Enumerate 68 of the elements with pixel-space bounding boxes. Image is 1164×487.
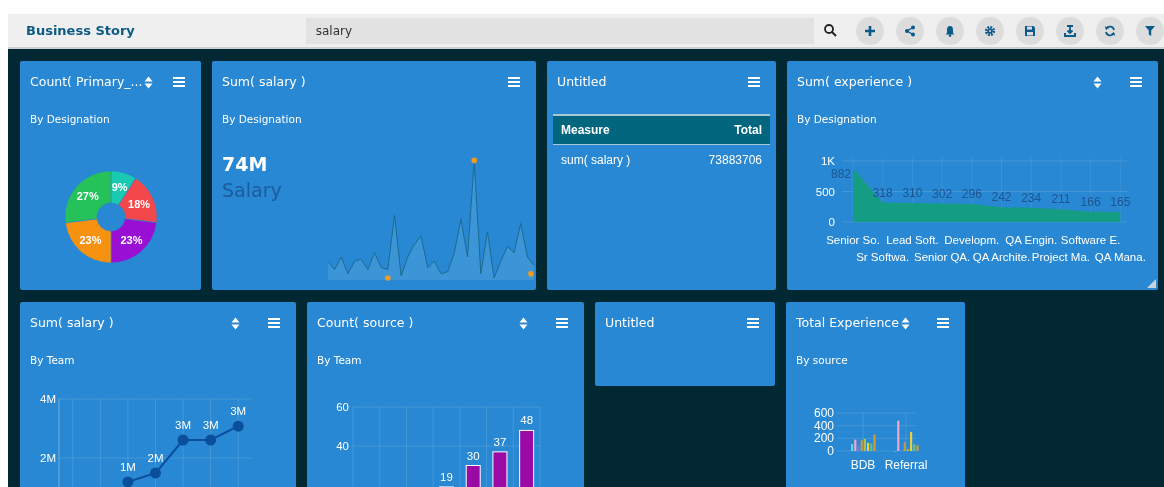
axis-label: 0: [827, 444, 834, 458]
data-label: 30: [466, 449, 480, 462]
card-subtitle: By source: [796, 353, 849, 368]
app-title: Business Story: [25, 21, 136, 40]
card-title: Sum( salary ): [30, 313, 114, 332]
data-label: 3M: [230, 405, 247, 418]
axis-label: QA Mana.: [1094, 251, 1146, 263]
axis-label: 1K: [820, 155, 835, 167]
card-title: Sum( salary ): [222, 72, 306, 91]
data-label: 23%: [79, 234, 101, 247]
data-label: 882: [831, 167, 851, 182]
data-label: 211: [1051, 192, 1071, 207]
card-title: Sum( experience ): [797, 72, 912, 91]
data-label: 296: [961, 186, 982, 201]
data-label: 18%: [127, 197, 150, 210]
column-header: Measure: [561, 122, 610, 139]
kpi-value: 74M: [222, 152, 269, 177]
data-label: 27%: [76, 190, 99, 203]
table-cell-text: sum( salary ): [561, 152, 631, 169]
card-title: Count( Primary_...: [30, 72, 143, 91]
card-subtitle: By Designation: [222, 112, 303, 127]
axis-label: Referral: [884, 458, 928, 472]
axis-label: 400: [813, 418, 834, 433]
axis-label: Developm.: [944, 234, 1000, 246]
card-title: Total Experience: [796, 313, 899, 332]
axis-label: 600: [813, 406, 834, 420]
axis-label: 2M: [40, 452, 56, 464]
table-cell-text: 73883706: [708, 152, 762, 169]
data-label: 1M: [119, 460, 136, 473]
card-subtitle: By Team: [317, 353, 363, 368]
column-header: Total: [734, 122, 762, 139]
search-field[interactable]: salary: [305, 17, 815, 44]
data-label: 165: [1110, 194, 1131, 209]
data-label: 19: [440, 470, 453, 483]
data-label: 2M: [147, 452, 164, 465]
card-title: Untitled: [557, 72, 607, 91]
axis-label: QA Engin.: [1005, 234, 1058, 246]
data-label: 3M: [202, 419, 219, 431]
axis-label: Software E.: [1060, 234, 1121, 246]
card-subtitle: By Designation: [30, 112, 111, 127]
axis-label: Senior QA.: [913, 251, 971, 263]
data-label: 166: [1080, 194, 1101, 209]
axis-label: 500: [815, 185, 835, 198]
card-subtitle: By Team: [30, 353, 76, 368]
data-label: 234: [1021, 190, 1042, 205]
axis-label: BDB: [850, 458, 876, 472]
data-label: 48: [520, 414, 534, 427]
data-label: 310: [902, 186, 923, 201]
card-subtitle: By Designation: [797, 112, 878, 127]
data-label: 302: [932, 186, 953, 201]
data-label: 9%: [111, 181, 128, 194]
data-label: 242: [991, 190, 1012, 205]
axis-label: Senior So.: [826, 234, 880, 246]
data-label: 23%: [120, 234, 142, 247]
axis-label: 200: [813, 431, 834, 446]
axis-label: Project Ma.: [1031, 251, 1090, 263]
axis-label: Sr Softwa.: [856, 251, 910, 263]
data-label: 37: [493, 435, 507, 448]
axis-label: QA Archite.: [972, 251, 1031, 263]
data-label: 318: [872, 185, 893, 200]
axis-label: Lead Soft.: [886, 234, 939, 246]
card-title: Count( source ): [317, 313, 414, 332]
axis-label: 0: [828, 216, 835, 228]
card-title: Untitled: [605, 313, 655, 332]
axis-label: 40: [336, 440, 349, 452]
axis-label: 60: [336, 401, 349, 413]
data-label: 3M: [175, 419, 192, 431]
axis-label: 4M: [40, 393, 56, 405]
